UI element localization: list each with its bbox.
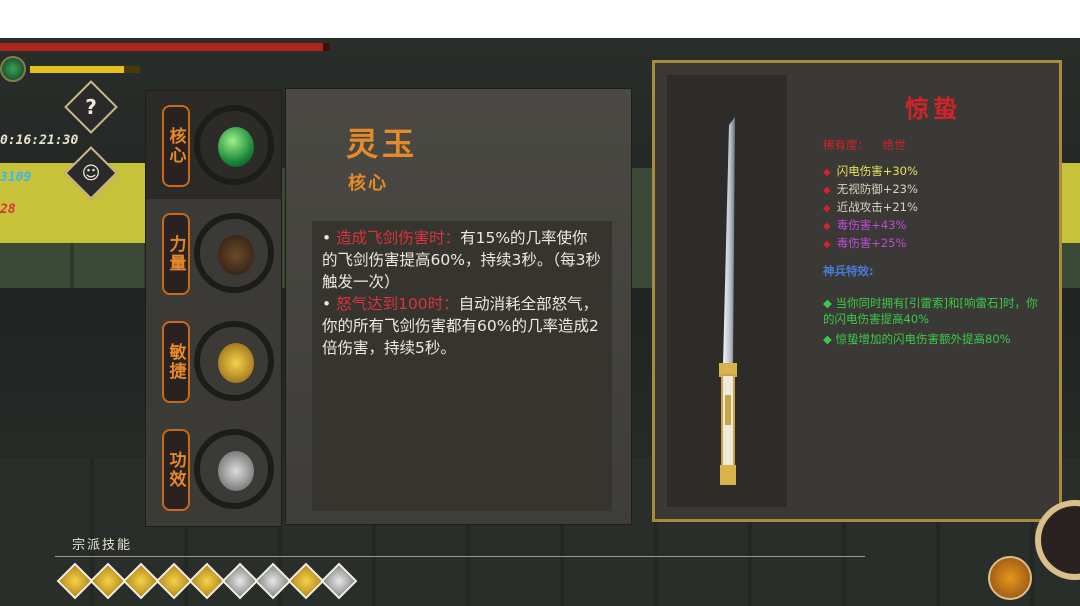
special-effect: ◆ 当你同时拥有[引雷索]和[响雷石]时，你的闪电伤害提高40%	[823, 295, 1043, 327]
tab-ring	[194, 213, 274, 293]
question-mark-icon: ?	[85, 95, 97, 119]
weapon-display	[667, 75, 787, 507]
sword-icon	[719, 117, 737, 485]
special-text: 惊蛰增加的闪电伤害额外提高80%	[835, 332, 1011, 346]
item-description: • 造成飞剑伤害时：有15%的几率使你的飞剑伤害提高60%，持续3秒。（每3秒触…	[312, 221, 612, 511]
special-header: 神兵特效:	[823, 264, 874, 278]
tab-chain[interactable]: 力量	[146, 199, 281, 307]
weapon-name: 惊蛰	[905, 94, 961, 123]
bullet: •	[322, 295, 337, 313]
description-line: • 怒气达到100时：自动消耗全部怒气，你的所有飞剑伤害都有60%的几率造成2倍…	[322, 293, 602, 359]
trigger-text: 怒气达到100时：	[336, 295, 459, 313]
timer-text: 0:16:21:30	[0, 133, 79, 148]
item-type: 核心	[348, 173, 388, 194]
tab-golden-seal[interactable]: 敏捷	[146, 307, 281, 415]
tab-label: 核心	[162, 105, 190, 187]
chain-icon	[218, 235, 254, 275]
kill-count: 3109	[0, 170, 32, 185]
coin-count: 28	[0, 202, 16, 217]
rage-bar-fill	[30, 66, 124, 73]
stat-text: 毒伤害+25%	[836, 236, 907, 250]
hp-bar	[0, 43, 330, 51]
character-silhouette-icon: ☺	[81, 162, 101, 184]
stat-row: ◆ 近战攻击+21%	[823, 199, 918, 215]
stat-row: ◆ 毒伤害+25%	[823, 235, 906, 251]
rarity-row: 稀有度： 绝世	[823, 137, 906, 153]
red-gem-icon: ◆	[823, 167, 831, 178]
trigger-text: 造成飞剑伤害时：	[336, 229, 461, 247]
tab-label: 功效	[162, 429, 190, 511]
red-gem-icon: ◆	[823, 239, 831, 250]
special-text: 当你同时拥有[引雷索]和[响雷石]时，你的闪电伤害提高40%	[823, 296, 1038, 326]
stat-row: ◆ 毒伤害+43%	[823, 217, 906, 233]
stat-row: ◆ 无视防御+23%	[823, 181, 918, 197]
bullet: •	[322, 229, 337, 247]
tab-ring	[194, 105, 274, 185]
item-detail-panel: 灵玉 核心 • 造成飞剑伤害时：有15%的几率使你的飞剑伤害提高60%，持续3秒…	[285, 88, 632, 525]
rarity-value: 绝世	[882, 138, 906, 152]
special-effect: ◆ 惊蛰增加的闪电伤害额外提高80%	[823, 331, 1043, 347]
item-name: 灵玉	[346, 125, 419, 163]
green-gem-icon: ◆	[823, 332, 836, 346]
stat-text: 毒伤害+43%	[836, 218, 907, 232]
tab-jade-gem[interactable]: 核心	[146, 91, 281, 199]
stat-text: 无视防御+23%	[836, 182, 918, 196]
stat-text: 近战攻击+21%	[836, 200, 918, 214]
tab-ring	[194, 321, 274, 401]
tab-ring	[194, 429, 274, 509]
stat-text: 闪电伤害+30%	[836, 164, 918, 178]
skillbar-divider	[55, 556, 865, 557]
red-gem-icon: ◆	[823, 203, 831, 214]
green-gem-icon: ◆	[823, 296, 836, 310]
category-tabs: 核心 力量 敏捷 功效	[145, 90, 282, 527]
red-gem-icon: ◆	[823, 185, 831, 196]
golden-seal-icon	[218, 343, 254, 383]
red-gem-icon: ◆	[823, 221, 831, 232]
tab-label: 敏捷	[162, 321, 190, 403]
skillbar-label: 宗派技能	[72, 538, 133, 553]
jade-gem-icon	[218, 127, 254, 167]
lightning-orb-icon[interactable]	[988, 556, 1032, 600]
tab-label: 力量	[162, 213, 190, 295]
weapon-card: 惊蛰 稀有度： 绝世 ◆ 闪电伤害+30% ◆ 无视防御+23% ◆ 近战攻击+21% ◆ 毒…	[652, 60, 1062, 522]
tab-ore[interactable]: 功效	[146, 415, 281, 523]
stat-row: ◆ 闪电伤害+30%	[823, 163, 918, 179]
hp-bar-fill	[0, 43, 324, 51]
rage-bar	[30, 66, 140, 73]
rarity-label: 稀有度：	[823, 138, 869, 152]
jade-orb-icon	[0, 56, 26, 82]
description-line: • 造成飞剑伤害时：有15%的几率使你的飞剑伤害提高60%，持续3秒。（每3秒触…	[322, 227, 602, 293]
ore-icon	[218, 451, 254, 491]
